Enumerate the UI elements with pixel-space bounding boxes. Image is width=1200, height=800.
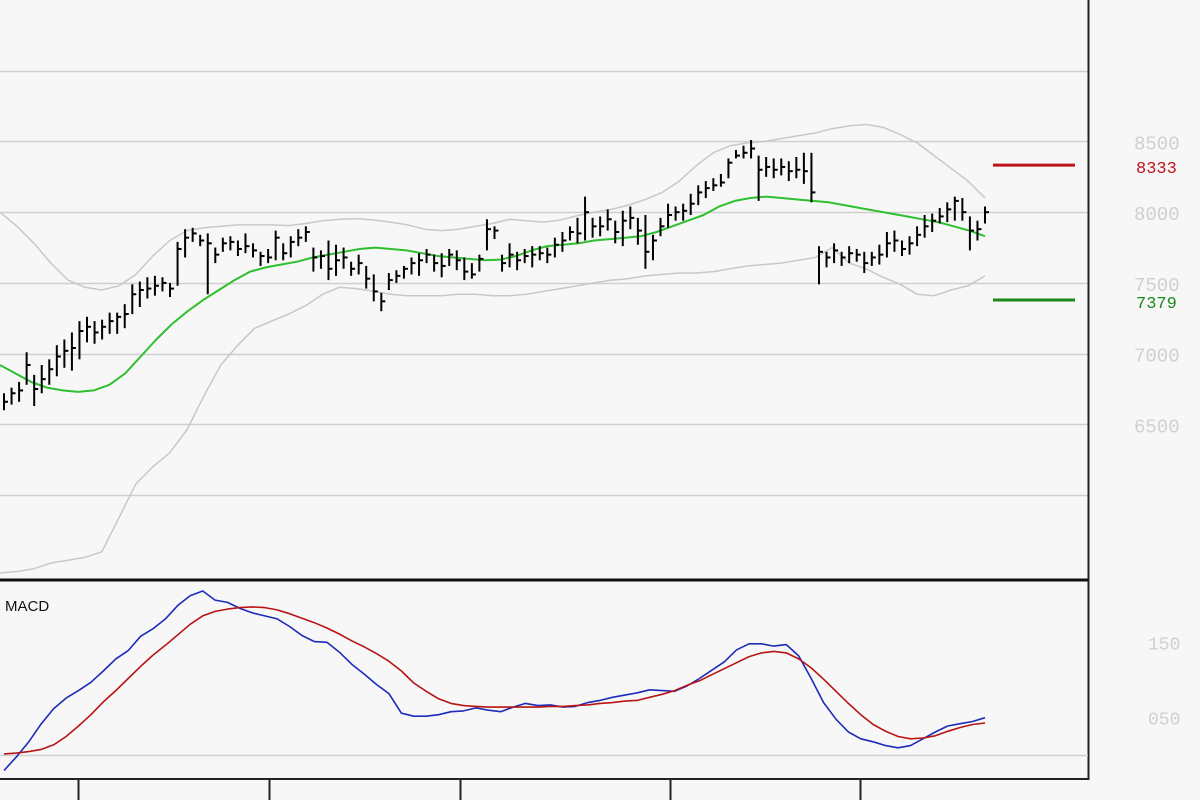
macd-y-tick-label: 150 — [1148, 635, 1180, 655]
price-y-tick-label: 7000 — [1134, 346, 1180, 368]
chart-background — [0, 0, 1200, 800]
level-marker-label: 8333 — [1136, 160, 1177, 179]
level-marker-label: 7379 — [1136, 295, 1177, 314]
price-y-tick-label: 7500 — [1134, 275, 1180, 297]
macd-title: MACD — [5, 598, 49, 615]
price-y-tick-label: 6500 — [1134, 416, 1180, 438]
price-y-tick-label: 8500 — [1134, 133, 1180, 155]
technical-chart: 6500 7000 7500 8000 8500 8333 7379 050 150 MAC… — [0, 0, 1200, 800]
price-y-tick-label: 8000 — [1134, 204, 1180, 226]
macd-y-tick-label: 050 — [1148, 711, 1180, 731]
